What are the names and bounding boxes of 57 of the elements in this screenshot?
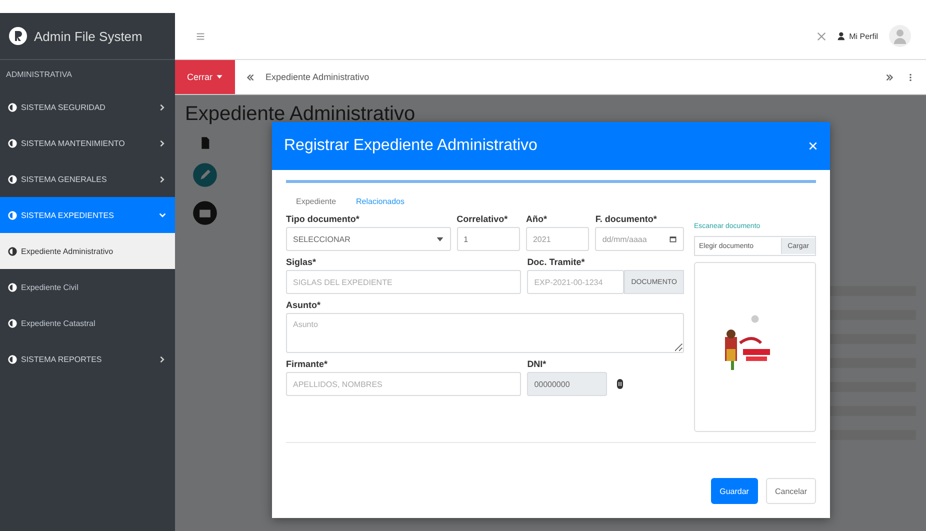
- sidebar-item[interactable]: SISTEMA GENERALES: [0, 161, 175, 197]
- select-field[interactable]: SELECCIONAR: [286, 227, 451, 251]
- field-label: Asunto*: [286, 300, 322, 310]
- chevron-right-icon: [158, 354, 167, 364]
- sidebar-item[interactable]: SISTEMA MANTENIMIENTO: [0, 125, 175, 161]
- form-tab[interactable]: Expediente: [296, 197, 336, 206]
- field-label: Doc. Tramite*: [527, 257, 586, 267]
- page-title: Expediente Administrativo: [185, 103, 416, 126]
- edit-button-icon[interactable]: [192, 162, 218, 188]
- calendar-icon: [668, 235, 677, 243]
- input-field[interactable]: 1: [456, 227, 520, 251]
- brand-title: Admin File System: [34, 28, 142, 44]
- field-label: Siglas*: [286, 257, 318, 267]
- sidebar-item[interactable]: SISTEMA EXPEDIENTES: [0, 197, 175, 233]
- sidebar-subitem[interactable]: Expediente Civil: [0, 269, 175, 305]
- profile-link[interactable]: Mi Perfil: [837, 31, 878, 41]
- breadcrumb-tab[interactable]: Expediente Administrativo: [266, 72, 370, 82]
- logo-icon: [8, 26, 28, 46]
- user-icon: [837, 31, 848, 41]
- caret-icon: [436, 235, 444, 243]
- field-label: Tipo documento*: [286, 214, 360, 224]
- text-area[interactable]: Asunto: [286, 313, 684, 353]
- forward-icon[interactable]: [884, 72, 895, 82]
- field-label: F. documento*: [595, 214, 658, 224]
- sidebar-item[interactable]: SISTEMA REPORTES: [0, 341, 175, 377]
- chevron-down-icon: [158, 210, 167, 220]
- close-dropdown-button[interactable]: Cerrar: [175, 60, 235, 94]
- modal-title: Registrar Expediente Administrativo: [284, 137, 538, 155]
- file-icon: [200, 136, 210, 150]
- close-icon[interactable]: [816, 30, 828, 42]
- circle-icon: [8, 138, 17, 148]
- circle-icon: [8, 282, 17, 292]
- circle-icon: [8, 246, 17, 256]
- input-field[interactable]: APELLIDOS, NOMBRES: [286, 372, 522, 396]
- field-label: DNI*: [527, 359, 548, 369]
- field-label: Año*: [526, 214, 548, 224]
- circle-icon: [8, 102, 17, 112]
- input-field[interactable]: SIGLAS DEL EXPEDIENTE: [286, 270, 522, 294]
- chevron-right-icon: [158, 174, 167, 184]
- sidebar-item[interactable]: SISTEMA SEGURIDAD: [0, 89, 175, 125]
- menu-icon[interactable]: [195, 30, 206, 42]
- field-label: Correlativo*: [456, 214, 509, 224]
- caret-icon: [216, 73, 223, 80]
- sidebar-subitem[interactable]: Expediente Administrativo: [0, 233, 175, 269]
- back-icon[interactable]: [244, 72, 256, 82]
- dialog-button[interactable]: Cancelar: [766, 478, 816, 504]
- circle-icon: [8, 210, 17, 220]
- chevron-right-icon: [158, 102, 167, 112]
- input-field[interactable]: EXP-2021-00-1234: [527, 270, 624, 294]
- circle-icon: [8, 318, 17, 328]
- sidebar-header: ADMINISTRATIVA: [5, 69, 73, 81]
- sidebar-subitem[interactable]: Expediente Catastral: [0, 305, 175, 341]
- circle-icon: [8, 354, 17, 364]
- chevron-right-icon: [158, 138, 167, 148]
- dialog-button[interactable]: Guardar: [710, 478, 758, 504]
- circle-icon: [8, 174, 17, 184]
- field-label: Firmante*: [286, 359, 329, 369]
